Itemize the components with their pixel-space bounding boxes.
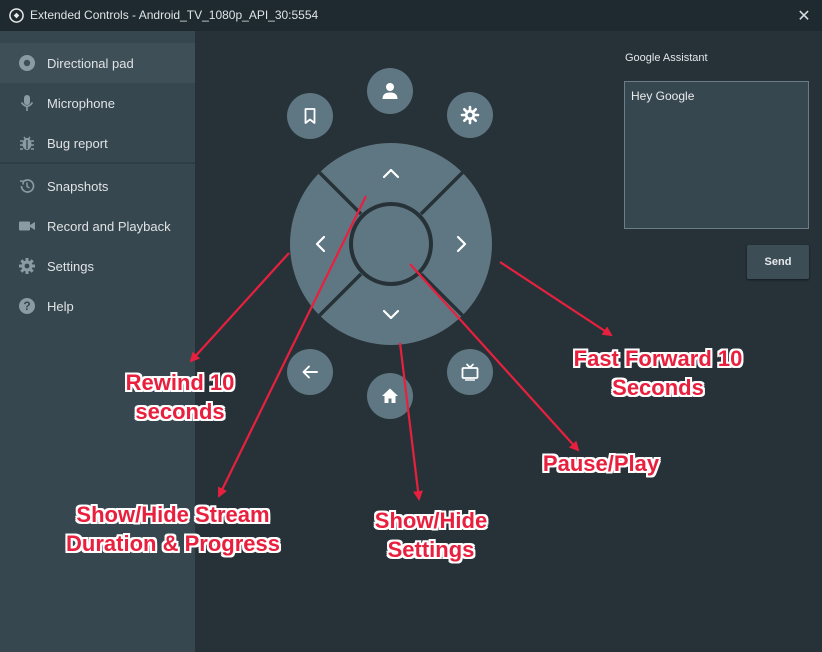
bookmark-icon	[304, 108, 316, 124]
gamepad-icon	[18, 54, 36, 72]
settings-button[interactable]	[447, 92, 493, 138]
google-assistant-label: Google Assistant	[625, 52, 708, 64]
account-button[interactable]	[367, 68, 413, 114]
sidebar-item-directional-pad[interactable]: Directional pad	[0, 43, 195, 83]
emulator-icon	[9, 8, 24, 23]
videocam-icon	[18, 217, 36, 235]
bug-icon	[18, 134, 36, 152]
sidebar-item-label: Directional pad	[47, 55, 134, 71]
sidebar-divider	[0, 162, 195, 164]
annotation-stream: Show/Hide Stream Duration & Progress	[66, 502, 280, 556]
settings-icon	[460, 105, 480, 125]
sidebar-item-label: Settings	[47, 258, 94, 274]
sidebar-item-settings[interactable]: Settings	[0, 246, 195, 286]
dpad-center-button[interactable]	[353, 206, 429, 282]
gear-icon	[18, 257, 36, 275]
back-button[interactable]	[287, 349, 333, 395]
help-icon: ?	[18, 297, 36, 315]
sidebar-item-bug-report[interactable]: Bug report	[0, 123, 195, 163]
sidebar-item-snapshots[interactable]: Snapshots	[0, 166, 195, 206]
sidebar-item-record-playback[interactable]: Record and Playback	[0, 206, 195, 246]
sidebar-item-label: Snapshots	[47, 178, 109, 194]
sidebar-item-label: Microphone	[47, 95, 115, 111]
history-icon	[18, 177, 36, 195]
sidebar-item-label: Bug report	[47, 135, 108, 151]
close-button[interactable]: ✕	[786, 0, 822, 31]
annotation-settings: Show/Hide Settings	[374, 508, 488, 562]
directional-pad	[290, 143, 492, 345]
sidebar-item-label: Help	[47, 298, 74, 314]
sidebar-item-help[interactable]: ? Help	[0, 286, 195, 326]
sidebar: Directional pad Microphone Bug report Sn…	[0, 31, 195, 652]
title-bar: Extended Controls - Android_TV_1080p_API…	[0, 0, 822, 31]
back-icon	[302, 365, 318, 379]
home-icon	[382, 388, 398, 403]
microphone-icon	[18, 94, 36, 112]
bookmark-button[interactable]	[287, 93, 333, 139]
annotation-rewind: Rewind 10 seconds	[125, 370, 235, 424]
annotation-fast-forward: Fast Forward 10 Seconds	[573, 346, 743, 400]
tv-icon	[461, 363, 479, 381]
account-icon	[382, 83, 398, 99]
sidebar-item-microphone[interactable]: Microphone	[0, 83, 195, 123]
send-button[interactable]: Send	[747, 245, 809, 279]
window-title: Extended Controls - Android_TV_1080p_API…	[30, 8, 319, 22]
tv-button[interactable]	[447, 349, 493, 395]
annotation-pause-play: Pause/Play	[542, 451, 660, 476]
svg-text:?: ?	[23, 299, 30, 313]
sidebar-item-label: Record and Playback	[47, 218, 171, 234]
assistant-query-input[interactable]: Hey Google	[624, 81, 809, 229]
home-button[interactable]	[367, 373, 413, 419]
